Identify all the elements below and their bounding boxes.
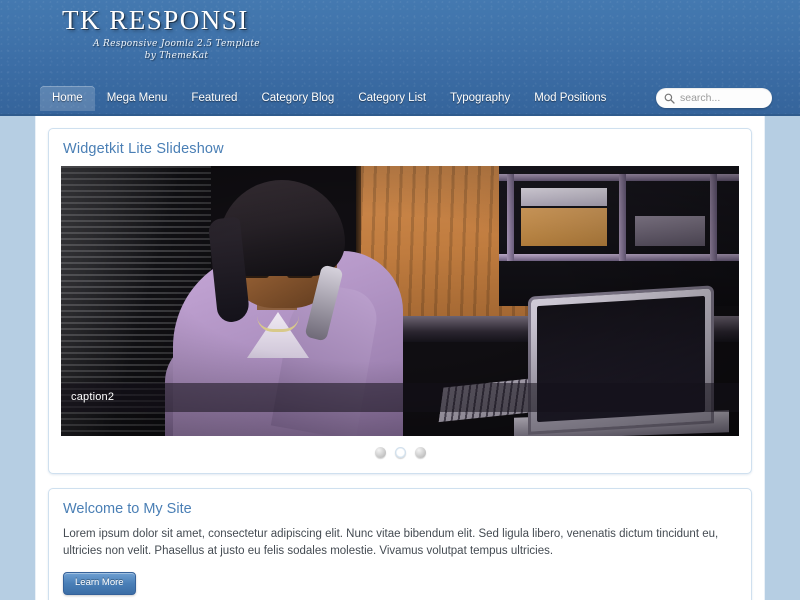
slideshow-viewport[interactable]: caption2 <box>61 166 739 436</box>
slideshow-module: Widgetkit Lite Slideshow caption2 <box>48 128 752 474</box>
main-navigation: Home Mega Menu Featured Category Blog Ca… <box>0 82 800 114</box>
slideshow-dot-3[interactable] <box>414 447 426 458</box>
nav-item-mega-menu[interactable]: Mega Menu <box>95 86 180 111</box>
welcome-module: Welcome to My Site Lorem ipsum dolor sit… <box>48 488 752 600</box>
nav-menu: Home Mega Menu Featured Category Blog Ca… <box>40 85 618 111</box>
slideshow-dot-2[interactable] <box>394 447 406 458</box>
nav-item-home[interactable]: Home <box>40 85 95 111</box>
site-tagline: A Responsive Joomla 2.5 Template by Them… <box>64 38 289 62</box>
nav-item-mod-positions[interactable]: Mod Positions <box>522 86 618 111</box>
site-tagline-line1: A Responsive Joomla 2.5 Template <box>93 38 260 49</box>
site-branding[interactable]: TK RESPONSI A Responsive Joomla 2.5 Temp… <box>0 0 800 62</box>
nav-item-category-list[interactable]: Category List <box>346 86 438 111</box>
slideshow-dot-1[interactable] <box>374 447 386 458</box>
site-title: TK RESPONSI <box>62 5 249 35</box>
slideshow-pagination <box>61 436 739 461</box>
site-tagline-line2: by ThemeKat <box>144 50 209 61</box>
nav-item-featured[interactable]: Featured <box>179 86 249 111</box>
welcome-title: Welcome to My Site <box>63 501 192 517</box>
learn-more-button[interactable]: Learn More <box>63 572 136 595</box>
search-icon <box>664 93 675 104</box>
slideshow-module-title: Widgetkit Lite Slideshow <box>63 141 224 157</box>
nav-item-category-blog[interactable]: Category Blog <box>249 86 346 111</box>
site-header: TK RESPONSI A Responsive Joomla 2.5 Temp… <box>0 0 800 116</box>
welcome-body-text: Lorem ipsum dolor sit amet, consectetur … <box>63 528 719 557</box>
search-input[interactable] <box>680 92 764 104</box>
slide-caption: caption2 <box>61 383 739 412</box>
search-box[interactable] <box>656 88 772 108</box>
nav-item-typography[interactable]: Typography <box>438 86 522 111</box>
page-content-wrapper: Widgetkit Lite Slideshow caption2 Welcom… <box>36 116 764 600</box>
